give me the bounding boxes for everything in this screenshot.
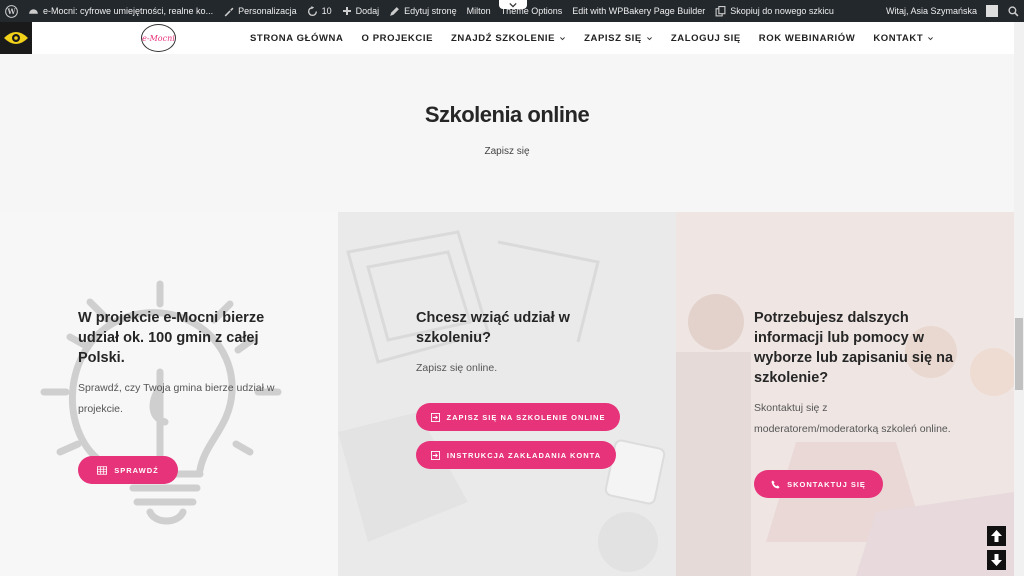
signup-online-label: ZAPISZ SIĘ NA SZKOLENIE ONLINE xyxy=(446,412,606,422)
edit-page-label: Edytuj stronę xyxy=(404,6,457,16)
greeting-label: Witaj, Asia Szymańska xyxy=(885,6,977,16)
column-title: W projekcie e-Mocni bierze udział ok. 10… xyxy=(78,310,265,366)
nav-item-signup[interactable]: ZAPISZ SIĘ xyxy=(575,33,662,44)
chevron-down-icon xyxy=(509,2,517,7)
nav-label: O PROJEKCIE xyxy=(361,32,434,44)
updates-count: 10 xyxy=(321,6,332,16)
wpbakery-link[interactable]: Edit with WPBakery Page Builder xyxy=(567,0,710,22)
chevron-down-icon xyxy=(560,36,566,40)
page-title: Szkolenia online xyxy=(424,102,590,127)
pencil-icon xyxy=(390,6,400,16)
signup-online-button[interactable]: ZAPISZ SIĘ NA SZKOLENIE ONLINE xyxy=(416,403,620,431)
nav-label: STRONA GŁÓWNA xyxy=(250,32,344,44)
refresh-icon xyxy=(307,5,317,16)
scroll-up-button[interactable] xyxy=(987,526,1006,546)
column-check-municipality: W projekcie e-Mocni bierze udział ok. 10… xyxy=(0,212,338,576)
admin-search-button[interactable] xyxy=(1003,0,1024,22)
site-name-link[interactable]: e-Mocni: cyfrowe umiejętności, realne ko… xyxy=(23,0,218,22)
account-instructions-label: INSTRUKCJA ZAKŁADANIA KONTA xyxy=(446,450,602,460)
milton-link[interactable]: Milton xyxy=(462,0,496,22)
scroll-down-button[interactable] xyxy=(987,550,1006,570)
new-content-label: Dodaj xyxy=(355,6,380,16)
arrow-up-icon xyxy=(991,530,1002,542)
sign-in-icon xyxy=(430,450,440,460)
column-text: Zapisz się online. xyxy=(416,362,498,374)
avatar xyxy=(986,5,998,17)
scrollbar-thumb[interactable] xyxy=(1015,318,1023,390)
my-account-link[interactable]: Witaj, Asia Szymańska xyxy=(881,0,1003,22)
nav-item-login[interactable]: ZALOGUJ SIĘ xyxy=(662,33,750,44)
column-text: Sprawdź, czy Twoja gmina bierze udział w… xyxy=(78,382,275,415)
sign-in-icon xyxy=(430,412,440,422)
phone-icon xyxy=(771,479,780,489)
nav-label: KONTAKT xyxy=(873,32,924,44)
column-title: Chcesz wziąć udział w szkoleniu? xyxy=(416,310,570,346)
new-content-link[interactable]: Dodaj xyxy=(337,0,385,22)
svg-text:W: W xyxy=(6,7,16,16)
contact-button-label: SKONTAKTUJ SIĘ xyxy=(787,479,866,489)
nav-item-contact[interactable]: KONTAKT xyxy=(864,33,943,44)
hero-section: Szkolenia online Zapisz się xyxy=(0,54,1014,212)
chevron-down-icon xyxy=(928,36,934,40)
column-text: Skontaktuj się z moderatorem/moderatorką… xyxy=(754,402,951,435)
copy-draft-link[interactable]: Skopiuj do nowego szkicu xyxy=(710,0,839,22)
nav-item-home[interactable]: STRONA GŁÓWNA xyxy=(241,33,352,44)
site-logo[interactable]: e-Mocni xyxy=(141,24,176,52)
paintbrush-icon xyxy=(224,7,234,16)
wpbakery-label: Edit with WPBakery Page Builder xyxy=(572,6,706,16)
check-button[interactable]: SPRAWDŹ xyxy=(78,456,178,484)
nav-label: ROK WEBINARIÓW xyxy=(758,32,856,44)
wordpress-logo-icon[interactable]: W xyxy=(0,0,23,22)
copy-icon xyxy=(715,5,726,16)
nav-label: ZAPISZ SIĘ xyxy=(584,32,642,44)
plus-icon xyxy=(342,7,351,15)
account-instructions-button[interactable]: INSTRUKCJA ZAKŁADANIA KONTA xyxy=(416,441,616,469)
nav-item-about[interactable]: O PROJEKCIE xyxy=(352,33,442,44)
page-scrollbar[interactable] xyxy=(1014,22,1024,576)
milton-label: Milton xyxy=(466,6,491,16)
eye-icon xyxy=(4,32,28,44)
arrow-down-icon xyxy=(991,554,1002,566)
search-icon xyxy=(1008,5,1019,16)
column-contact: Potrzebujesz dalszych informacji lub pom… xyxy=(676,212,1014,576)
admin-bar-toggle[interactable] xyxy=(499,0,527,9)
chevron-down-icon xyxy=(646,36,652,40)
dashboard-icon xyxy=(29,8,38,14)
logo-text: e-Mocni xyxy=(142,33,175,43)
column-title: Potrzebujesz dalszych informacji lub pom… xyxy=(754,310,954,386)
site-header: e-Mocni STRONA GŁÓWNA O PROJEKCIE ZNAJDŹ… xyxy=(0,22,1014,54)
nav-item-find-training[interactable]: ZNAJDŹ SZKOLENIE xyxy=(442,33,575,44)
contact-button[interactable]: SKONTAKTUJ SIĘ xyxy=(754,470,883,498)
nav-item-webinars[interactable]: ROK WEBINARIÓW xyxy=(750,33,865,44)
copy-draft-label: Skopiuj do nowego szkicu xyxy=(730,6,834,16)
updates-link[interactable]: 10 xyxy=(302,0,337,22)
accessibility-eye-button[interactable] xyxy=(0,22,32,54)
site-name-label: e-Mocni: cyfrowe umiejętności, realne ko… xyxy=(43,6,214,16)
nav-label: ZALOGUJ SIĘ xyxy=(670,32,741,44)
page-subtitle: Zapisz się xyxy=(484,146,530,157)
table-icon xyxy=(97,465,108,475)
column-signup: Chcesz wziąć udział w szkoleniu? Zapisz … xyxy=(338,212,676,576)
customize-link[interactable]: Personalizacja xyxy=(218,0,302,22)
nav-label: ZNAJDŹ SZKOLENIE xyxy=(451,32,556,44)
customize-label: Personalizacja xyxy=(238,6,297,16)
main-nav: STRONA GŁÓWNA O PROJEKCIE ZNAJDŹ SZKOLEN… xyxy=(241,22,943,54)
info-columns: W projekcie e-Mocni bierze udział ok. 10… xyxy=(0,212,1014,576)
edit-page-link[interactable]: Edytuj stronę xyxy=(384,0,462,22)
check-button-label: SPRAWDŹ xyxy=(114,465,159,475)
